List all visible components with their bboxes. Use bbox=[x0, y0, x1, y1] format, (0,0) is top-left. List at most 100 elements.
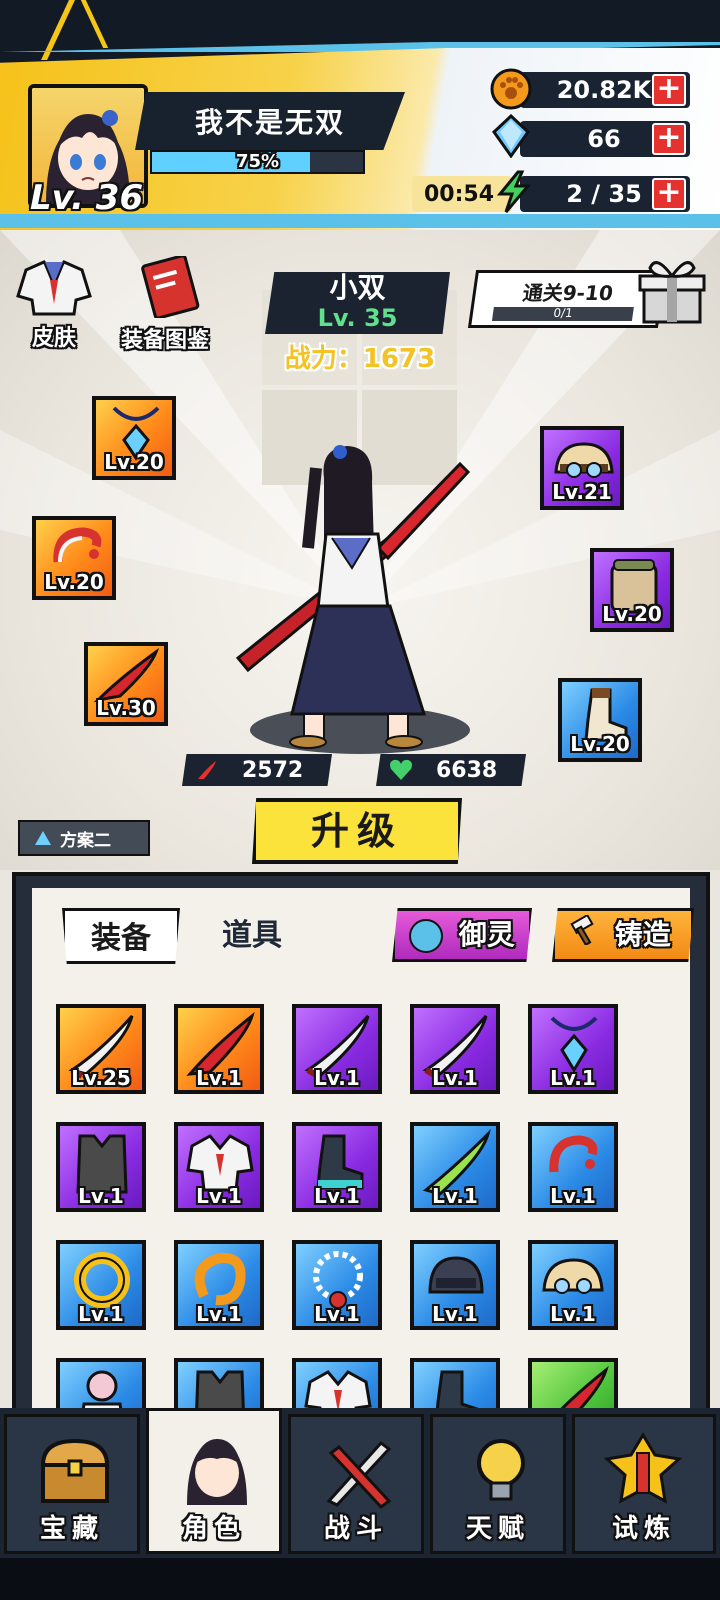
uniform-icon bbox=[16, 260, 92, 316]
stage-progress-text: 0/1 bbox=[552, 306, 574, 320]
equip-level: Lv.20 bbox=[104, 450, 164, 474]
book-icon bbox=[141, 254, 200, 320]
slot-level: Lv.1 bbox=[196, 1184, 242, 1208]
decor-ray bbox=[80, 0, 109, 48]
equip-slot-hat[interactable]: Lv.21 bbox=[540, 426, 624, 510]
inventory-slot[interactable]: Lv.1 bbox=[174, 1240, 264, 1330]
hero-banner: 小双 Lv. 35 bbox=[265, 272, 450, 334]
equip-slot-boots[interactable]: Lv.20 bbox=[558, 678, 642, 762]
inventory-slot[interactable]: Lv.1 bbox=[528, 1004, 618, 1094]
exp-text: 75% bbox=[235, 151, 280, 172]
inventory-slot[interactable]: Lv.1 bbox=[174, 1004, 264, 1094]
slot-level: Lv.1 bbox=[550, 1066, 596, 1090]
attack-stat: 2572 bbox=[182, 754, 332, 786]
hammer-icon bbox=[569, 912, 599, 960]
exp-bar: 75% bbox=[150, 150, 365, 174]
equip-slot-backpack[interactable]: Lv.20 bbox=[590, 548, 674, 632]
character-sprite bbox=[235, 445, 471, 749]
slot-level: Lv.1 bbox=[314, 1066, 360, 1090]
nav-label: 宝藏 bbox=[39, 1514, 104, 1544]
add-energy-button[interactable]: + bbox=[652, 178, 686, 210]
inventory-inner: 装备 道具 御灵 铸造 Lv.25 Lv.1 Lv.1 Lv.1 Lv.1 Lv.1 Lv.… bbox=[32, 888, 694, 1448]
upgrade-button[interactable]: 升级 bbox=[252, 798, 462, 864]
swords-icon bbox=[326, 1440, 392, 1510]
top-bar: Lv. 36 我不是无双 75% 20.82K + 66 + 00:54 2 /… bbox=[0, 0, 720, 240]
inventory-slot[interactable]: Lv.1 bbox=[528, 1122, 618, 1212]
nav-label: 角色 bbox=[181, 1514, 246, 1544]
player-name-banner: 我不是无双 bbox=[135, 92, 405, 150]
equip-level: Lv.21 bbox=[552, 480, 612, 504]
inventory-slot[interactable]: Lv.1 bbox=[410, 1240, 500, 1330]
treasure-chest-icon bbox=[40, 1438, 110, 1503]
nav-label: 战斗 bbox=[323, 1514, 388, 1544]
forge-label: 铸造 bbox=[614, 918, 671, 951]
paw-coin-icon bbox=[490, 68, 532, 110]
inventory-slot[interactable]: Lv.1 bbox=[292, 1240, 382, 1330]
inventory-slot[interactable]: Lv.1 bbox=[174, 1122, 264, 1212]
inventory-slot[interactable]: Lv.25 bbox=[56, 1004, 146, 1094]
lightning-icon bbox=[494, 170, 534, 213]
equip-slot-ring[interactable]: Lv.20 bbox=[32, 516, 116, 600]
slot-level: Lv.1 bbox=[78, 1184, 124, 1208]
slot-level: Lv.1 bbox=[196, 1302, 242, 1326]
lightbulb-icon bbox=[477, 1439, 525, 1501]
inventory-slot[interactable]: Lv.1 bbox=[292, 1004, 382, 1094]
heart-icon bbox=[390, 759, 412, 780]
character-icon bbox=[187, 1439, 247, 1505]
equip-level: Lv.20 bbox=[44, 570, 104, 594]
health-stat: 6638 bbox=[376, 754, 526, 786]
inventory-slot[interactable]: Lv.1 bbox=[56, 1240, 146, 1330]
equip-slot-necklace[interactable]: Lv.20 bbox=[92, 396, 176, 480]
combat-power: 战力：1673 bbox=[284, 344, 436, 374]
equip-level: Lv.20 bbox=[570, 732, 630, 756]
nav-talent[interactable]: 天赋 bbox=[430, 1414, 566, 1554]
system-bar bbox=[0, 1558, 720, 1600]
energy-value: 2 / 35 bbox=[566, 180, 642, 208]
hero-area: 皮肤 装备图鉴 小双 Lv. 35 战力：1673 通关9-10 0/1 Lv.… bbox=[0, 230, 720, 870]
inventory-slot[interactable]: Lv.1 bbox=[410, 1004, 500, 1094]
inventory-panel: 装备 道具 御灵 铸造 Lv.25 Lv.1 Lv.1 Lv.1 Lv.1 Lv.1 Lv.… bbox=[12, 872, 710, 1448]
plan-label: 方案二 bbox=[60, 830, 111, 851]
gift-box-icon[interactable] bbox=[636, 254, 708, 326]
inventory-slot[interactable]: Lv.1 bbox=[528, 1240, 618, 1330]
slot-level: Lv.1 bbox=[432, 1184, 478, 1208]
energy-timer-text: 00:54 bbox=[424, 181, 495, 207]
player-name: 我不是无双 bbox=[194, 106, 345, 139]
hero-level: Lv. 35 bbox=[317, 304, 398, 332]
slot-level: Lv.1 bbox=[314, 1184, 360, 1208]
trial-emblem-icon bbox=[603, 1432, 683, 1504]
tab-equipment-label: 装备 bbox=[91, 921, 151, 956]
hero-name: 小双 bbox=[329, 271, 386, 304]
spirit-icon bbox=[409, 919, 443, 953]
tab-items[interactable]: 道具 bbox=[197, 908, 307, 964]
stage-label: 通关9-10 bbox=[521, 281, 615, 305]
inventory-slot[interactable]: Lv.1 bbox=[56, 1122, 146, 1212]
tab-items-label: 道具 bbox=[222, 918, 282, 953]
nav-label: 天赋 bbox=[465, 1514, 530, 1544]
inventory-slot[interactable]: Lv.1 bbox=[292, 1122, 382, 1212]
gem-value: 66 bbox=[587, 125, 621, 153]
equip-level: Lv.30 bbox=[96, 696, 156, 720]
equip-slot-sword[interactable]: Lv.30 bbox=[84, 642, 168, 726]
slot-level: Lv.1 bbox=[432, 1066, 478, 1090]
attack-icon bbox=[198, 761, 216, 779]
nav-treasure[interactable]: 宝藏 bbox=[4, 1414, 140, 1554]
slot-level: Lv.25 bbox=[71, 1066, 131, 1090]
slot-level: Lv.1 bbox=[550, 1302, 596, 1326]
nav-battle[interactable]: 战斗 bbox=[288, 1414, 424, 1554]
add-gems-button[interactable]: + bbox=[652, 123, 686, 155]
forge-button[interactable]: 铸造 bbox=[552, 908, 694, 962]
loadout-plan-button[interactable]: 方案二 bbox=[18, 820, 150, 856]
slot-level: Lv.1 bbox=[432, 1302, 478, 1326]
spirit-button[interactable]: 御灵 bbox=[392, 908, 532, 962]
nav-character[interactable]: 角色 bbox=[146, 1408, 282, 1554]
equip-level: Lv.20 bbox=[602, 602, 662, 626]
diamond-icon bbox=[490, 113, 530, 159]
coin-value: 20.82K bbox=[556, 76, 652, 104]
slot-level: Lv.1 bbox=[314, 1302, 360, 1326]
tab-equipment[interactable]: 装备 bbox=[62, 908, 180, 964]
slot-level: Lv.1 bbox=[550, 1184, 596, 1208]
inventory-slot[interactable]: Lv.1 bbox=[410, 1122, 500, 1212]
add-coins-button[interactable]: + bbox=[652, 74, 686, 106]
nav-trial[interactable]: 试炼 bbox=[572, 1414, 716, 1554]
